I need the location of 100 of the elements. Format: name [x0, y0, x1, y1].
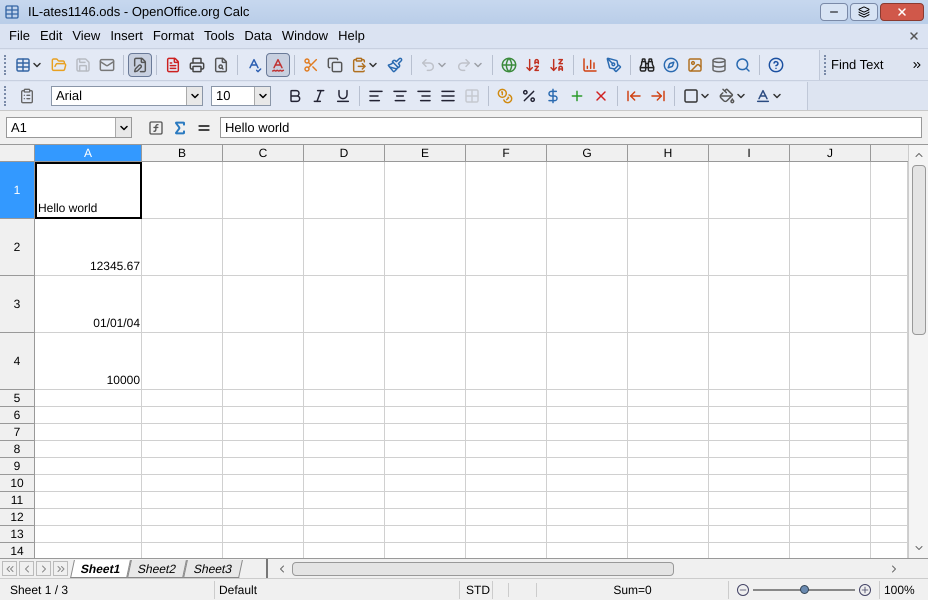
table-cell[interactable] [304, 390, 385, 407]
table-cell[interactable] [304, 333, 385, 390]
table-cell[interactable] [466, 333, 547, 390]
toolbar-grip[interactable] [4, 86, 7, 106]
table-cell[interactable] [223, 492, 304, 509]
table-cell[interactable] [385, 492, 466, 509]
table-cell[interactable] [385, 407, 466, 424]
menu-item[interactable]: Format [148, 26, 199, 46]
table-cell[interactable] [790, 424, 871, 441]
row-header[interactable]: 2 [0, 219, 35, 276]
scroll-thumb[interactable] [912, 165, 926, 335]
function-wizard-icon[interactable] [148, 120, 164, 136]
table-cell[interactable] [304, 407, 385, 424]
formula-input[interactable]: Hello world [220, 117, 922, 138]
menu-item[interactable]: Help [333, 26, 370, 46]
table-cell[interactable] [709, 407, 790, 424]
table-cell[interactable] [628, 509, 709, 526]
table-cell[interactable] [628, 492, 709, 509]
table-cell[interactable] [547, 509, 628, 526]
table-cell[interactable] [790, 526, 871, 543]
table-cell[interactable] [142, 162, 223, 219]
table-cell[interactable] [223, 407, 304, 424]
table-cell[interactable] [223, 441, 304, 458]
table-cell[interactable] [790, 492, 871, 509]
column-header[interactable]: G [547, 145, 628, 162]
table-cell[interactable] [223, 162, 304, 219]
table-cell[interactable] [709, 509, 790, 526]
table-cell[interactable] [142, 509, 223, 526]
scroll-thumb[interactable] [292, 562, 674, 576]
row-header[interactable]: 10 [0, 475, 35, 492]
column-header[interactable]: H [628, 145, 709, 162]
table-cell[interactable] [304, 526, 385, 543]
table-cell[interactable] [466, 162, 547, 219]
table-cell[interactable] [790, 162, 871, 219]
table-cell[interactable] [35, 458, 142, 475]
column-header[interactable]: J [790, 145, 871, 162]
table-cell[interactable] [304, 441, 385, 458]
table-cell[interactable] [385, 441, 466, 458]
table-cell[interactable] [385, 475, 466, 492]
table-cell[interactable] [547, 458, 628, 475]
table-cell[interactable] [466, 276, 547, 333]
close-button[interactable] [880, 3, 924, 21]
table-cell[interactable] [790, 276, 871, 333]
table-cell[interactable] [142, 333, 223, 390]
table-cell[interactable] [547, 492, 628, 509]
table-cell[interactable] [142, 276, 223, 333]
table-cell[interactable] [466, 475, 547, 492]
table-cell[interactable] [547, 526, 628, 543]
table-cell[interactable] [709, 424, 790, 441]
row-header[interactable]: 8 [0, 441, 35, 458]
column-header[interactable]: C [223, 145, 304, 162]
table-cell[interactable] [223, 526, 304, 543]
table-cell[interactable] [223, 475, 304, 492]
table-cell[interactable] [709, 492, 790, 509]
table-cell[interactable] [547, 441, 628, 458]
table-cell[interactable] [790, 390, 871, 407]
row-header[interactable]: 14 [0, 543, 35, 558]
table-cell[interactable] [304, 458, 385, 475]
table-cell[interactable] [142, 475, 223, 492]
styles-icon[interactable] [19, 88, 35, 104]
table-cell[interactable] [142, 407, 223, 424]
menu-item[interactable]: File [4, 26, 35, 46]
table-cell[interactable] [547, 475, 628, 492]
name-box[interactable]: A1 [6, 117, 132, 138]
table-cell[interactable] [142, 492, 223, 509]
menu-item[interactable]: Data [239, 26, 277, 46]
table-cell[interactable] [466, 509, 547, 526]
row-header[interactable]: 13 [0, 526, 35, 543]
table-cell[interactable] [628, 526, 709, 543]
table-cell[interactable] [628, 475, 709, 492]
table-cell[interactable] [709, 475, 790, 492]
column-header[interactable]: D [304, 145, 385, 162]
row-header[interactable]: 6 [0, 407, 35, 424]
table-cell[interactable] [304, 492, 385, 509]
table-cell[interactable] [385, 333, 466, 390]
sheet-tab[interactable]: Sheet2 [127, 560, 188, 578]
column-header[interactable]: F [466, 145, 547, 162]
row-header[interactable]: 3 [0, 276, 35, 333]
font-size-field[interactable]: 10 [211, 86, 271, 106]
table-cell[interactable] [35, 526, 142, 543]
table-cell[interactable] [790, 219, 871, 276]
table-cell[interactable] [35, 492, 142, 509]
table-cell[interactable] [709, 458, 790, 475]
sheet-nav-button[interactable] [2, 561, 17, 576]
table-cell[interactable] [709, 333, 790, 390]
sheet-nav-button[interactable] [53, 561, 68, 576]
table-cell[interactable] [35, 407, 142, 424]
table-cell[interactable] [790, 458, 871, 475]
table-cell[interactable] [385, 276, 466, 333]
column-header[interactable] [871, 145, 908, 162]
table-cell[interactable] [223, 276, 304, 333]
table-cell[interactable] [304, 424, 385, 441]
table-cell[interactable] [709, 526, 790, 543]
table-cell[interactable] [628, 441, 709, 458]
table-cell[interactable] [35, 509, 142, 526]
row-header[interactable]: 4 [0, 333, 35, 390]
table-cell[interactable] [385, 219, 466, 276]
table-cell[interactable] [466, 219, 547, 276]
restore-button[interactable] [850, 3, 878, 21]
table-cell[interactable] [223, 424, 304, 441]
